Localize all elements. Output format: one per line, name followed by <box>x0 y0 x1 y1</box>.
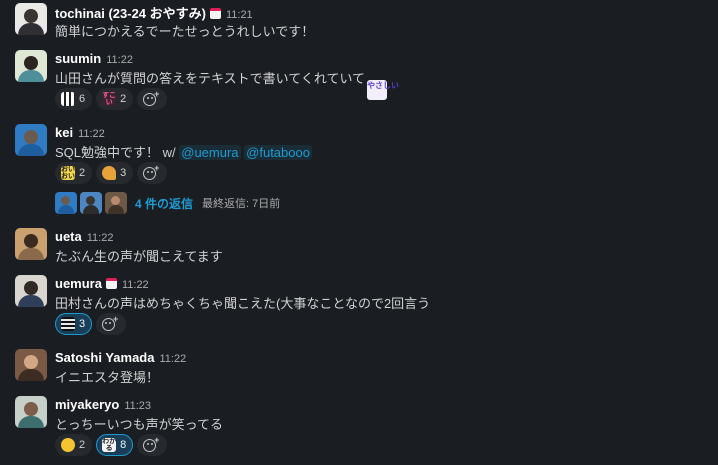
wakaru-text-emoji: わかる <box>102 438 117 452</box>
reaction-bar: おい おい 2 3 + <box>55 162 168 184</box>
reaction-bar: 6 すごい 2 + <box>55 88 168 110</box>
party-emoji <box>102 166 117 180</box>
add-reaction-button[interactable]: + <box>137 162 168 184</box>
reaction-wakaru[interactable]: わかる 8 <box>96 434 134 456</box>
user-name[interactable]: kei <box>55 125 73 140</box>
message-text: とっちーいつも声が笑ってる <box>55 417 223 432</box>
add-reaction-button[interactable]: + <box>96 313 127 335</box>
avatar[interactable] <box>15 124 47 156</box>
user-name[interactable]: uemura <box>55 276 102 291</box>
timestamp[interactable]: 11:22 <box>106 54 133 66</box>
reaction-bar: 2 わかる 8 + <box>55 434 168 456</box>
user-name[interactable]: tochinai (23-24 おやすみ) <box>55 6 206 21</box>
calendar-status-icon <box>105 278 117 289</box>
avatar[interactable] <box>15 50 47 82</box>
reaction-party[interactable]: 3 <box>96 162 134 184</box>
timestamp[interactable]: 11:22 <box>87 232 114 244</box>
qr-code-emoji <box>61 92 75 106</box>
mention-uemura[interactable]: @uemura <box>179 145 241 160</box>
avatar[interactable] <box>15 3 47 35</box>
message-text: SQL勉強中です！ w/ @uemura @futabooo <box>55 142 312 161</box>
user-name[interactable]: suumin <box>55 51 101 66</box>
message-text: たぶん生の声が聞こえてます <box>55 249 223 264</box>
thread-replies[interactable]: 4 件の返信 最終返信: 7日前 <box>55 192 280 214</box>
mention-futabooo[interactable]: @futabooo <box>244 145 312 160</box>
user-name[interactable]: Satoshi Yamada <box>55 350 154 365</box>
message-text-body: 山田さんが質問の答えをテキストで書いてくれていて <box>55 71 366 86</box>
reaction-omoi[interactable]: おい おい 2 <box>55 162 93 184</box>
timestamp[interactable]: 11:22 <box>122 279 149 291</box>
reply-avatar <box>80 192 102 214</box>
reaction-joy[interactable]: 2 <box>55 434 93 456</box>
calendar-status-icon <box>209 8 221 19</box>
reaction-bar: 3 + <box>55 313 127 335</box>
message-text: 田村さんの声はめちゃくちゃ聞こえた(大事なことなので2回言う <box>55 296 431 311</box>
joy-emoji <box>61 438 75 452</box>
reply-avatar <box>105 192 127 214</box>
message-text: 簡単につかえるでーたせっとうれしいです！ <box>55 24 315 39</box>
avatar[interactable] <box>15 396 47 428</box>
reaction-sugoi[interactable]: すごい 2 <box>96 88 134 110</box>
add-reaction-button[interactable]: + <box>137 88 168 110</box>
omoi-text-emoji: おい おい <box>61 166 75 180</box>
message-text-body: SQL勉強中です！ w/ <box>55 145 176 160</box>
timestamp[interactable]: 11:23 <box>124 400 151 412</box>
timestamp[interactable]: 11:21 <box>226 9 253 21</box>
thread-reply-count[interactable]: 4 件の返信 <box>135 195 193 212</box>
add-reaction-button[interactable]: + <box>137 434 168 456</box>
avatar[interactable] <box>15 228 47 260</box>
user-name[interactable]: ueta <box>55 229 82 244</box>
timestamp[interactable]: 11:22 <box>159 353 186 365</box>
reaction-qr-code[interactable]: 6 <box>55 88 93 110</box>
message-text: イニエスタ登場！ <box>55 370 160 385</box>
timestamp[interactable]: 11:22 <box>78 128 105 140</box>
avatar[interactable] <box>15 349 47 381</box>
thread-last-reply: 最終返信: 7日前 <box>202 198 281 210</box>
avatar[interactable] <box>15 275 47 307</box>
pixel-emoji <box>61 317 75 331</box>
reply-avatar <box>55 192 77 214</box>
user-name[interactable]: miyakeryo <box>55 397 119 412</box>
yasashii-emoji: やさしい <box>367 80 399 100</box>
reaction-pixel[interactable]: 3 <box>55 313 93 335</box>
sugoi-text-emoji: すごい <box>102 92 117 106</box>
